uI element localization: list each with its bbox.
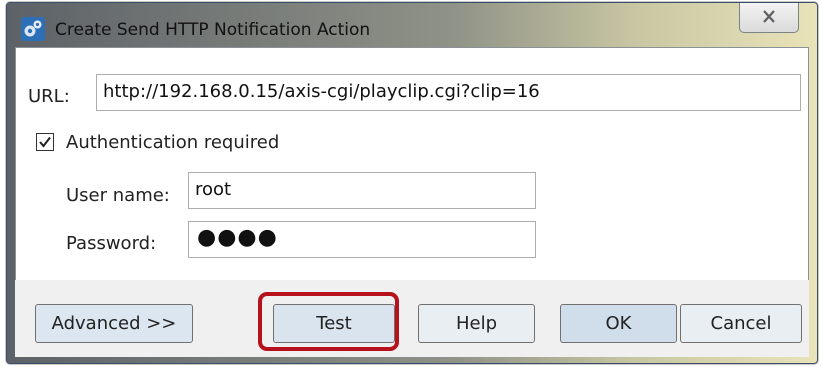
form-panel: URL: http://192.168.0.15/axis-cgi/playcl… <box>15 47 809 281</box>
help-button[interactable]: Help <box>418 304 535 343</box>
button-bar: Advanced >> Test Help OK Cancel <box>15 280 809 357</box>
window-title: Create Send HTTP Notification Action <box>55 20 371 40</box>
authentication-label[interactable]: Authentication required <box>66 132 279 153</box>
gear-icon <box>21 17 45 41</box>
username-input[interactable]: root <box>188 172 536 209</box>
url-input[interactable]: http://192.168.0.15/axis-cgi/playclip.cg… <box>96 74 801 111</box>
username-label: User name: <box>66 185 170 206</box>
authentication-checkbox[interactable] <box>36 133 54 151</box>
close-icon <box>763 10 775 23</box>
dialog-window: Create Send HTTP Notification Action URL… <box>6 2 818 364</box>
checkmark-icon <box>39 136 51 148</box>
test-button[interactable]: Test <box>273 304 395 343</box>
advanced-button[interactable]: Advanced >> <box>35 304 193 343</box>
password-input[interactable]: ●●●● <box>188 221 536 258</box>
url-label: URL: <box>28 86 70 107</box>
cancel-button[interactable]: Cancel <box>680 304 802 343</box>
title-bar[interactable]: Create Send HTTP Notification Action <box>7 3 817 51</box>
password-label: Password: <box>66 233 157 254</box>
ok-button[interactable]: OK <box>560 304 677 343</box>
close-button[interactable] <box>739 3 799 33</box>
